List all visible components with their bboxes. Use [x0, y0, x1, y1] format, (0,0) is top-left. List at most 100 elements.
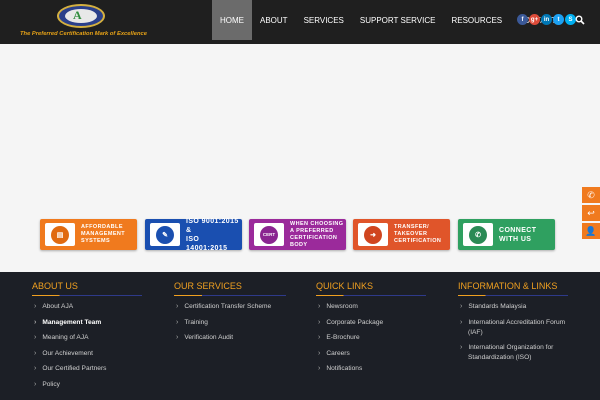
chevron-right-icon: › [34, 349, 37, 357]
page: A The Preferred Certification Mark of Ex… [0, 0, 600, 400]
site-footer: ABOUT US › About AJA › Management Team › Meani… [0, 272, 600, 400]
nav-services[interactable]: SERVICES [296, 0, 352, 40]
footer-column-title: ABOUT US [32, 281, 78, 291]
logo-tagline: The Preferred Certification Mark of Exce… [20, 31, 147, 37]
banner-2[interactable]: CERT When Choosing A Preferred Certificatio… [249, 219, 346, 250]
chevron-right-icon: › [176, 318, 179, 326]
banner-label: Affordable Management Systems [81, 224, 125, 245]
footer-link-label: E-Brochure [326, 334, 360, 341]
arrow-right-icon: ➜ [364, 225, 382, 244]
edit-icon: ✎ [156, 225, 174, 244]
chevron-right-icon: › [34, 303, 37, 310]
logo-emblem: A [57, 4, 105, 28]
footer-link-label: Our Certified Partners [42, 365, 107, 372]
footer-link[interactable]: › Notifications [318, 365, 362, 372]
footer-link-label: Policy [42, 380, 60, 388]
chevron-right-icon: › [318, 318, 321, 326]
footer-link[interactable]: › International Organization for [460, 344, 553, 351]
footer-link[interactable]: › Standards Malaysia [460, 303, 526, 310]
search-icon[interactable] [575, 15, 585, 25]
banner-icon-frame: CERT [254, 223, 284, 246]
user-icon[interactable]: 👤 [582, 223, 600, 239]
site-logo[interactable]: A The Preferred Certification Mark of Ex… [20, 4, 160, 40]
footer-link[interactable]: › Management Team [34, 319, 101, 326]
footer-divider [458, 295, 568, 296]
footer-link[interactable]: › Our Certified Partners [34, 365, 106, 372]
banner-3[interactable]: ➜ Transfer/Takeover Certification [353, 219, 450, 250]
footer-link[interactable]: › Verification Audit [176, 334, 233, 341]
footer-column-1: OUR SERVICES › Certification Transfer Sche… [174, 281, 286, 400]
banner-label-line: Certification Body [290, 234, 338, 248]
footer-link[interactable]: Standardization (ISO) [468, 354, 531, 361]
banner-label-line: Takeover [394, 231, 428, 237]
phone-icon[interactable]: ✆ [582, 187, 600, 203]
footer-link[interactable]: › Newsroom [318, 303, 358, 310]
footer-link-label: Standardization (ISO) [468, 354, 532, 361]
phone-icon: ✆ [469, 225, 487, 244]
footer-link[interactable]: › Certification Transfer Scheme [176, 303, 271, 310]
nav-about[interactable]: ABOUT [252, 0, 296, 40]
banner-label-line: Certification [394, 238, 442, 244]
banner-label-line: When Choosing [290, 220, 344, 227]
chevron-right-icon: › [176, 334, 179, 341]
footer-link[interactable]: › Training [176, 319, 208, 326]
nav-resources[interactable]: RESOURCES [443, 0, 510, 40]
footer-link[interactable]: › Our Achievement [34, 350, 93, 357]
banner-0[interactable]: ▤ Affordable Management Systems [40, 219, 137, 250]
banner-1[interactable]: ✎ ISO 9001:2015 & ISO 14001:2015 [145, 217, 242, 253]
facebook-icon[interactable]: f [517, 14, 528, 25]
footer-link-label: (IAF) [468, 329, 483, 336]
banner-label-line: ISO 14001:2015 [186, 235, 228, 252]
footer-link-label: Meaning of AJA [42, 334, 89, 341]
nav-home[interactable]: HOME [212, 0, 252, 40]
footer-link[interactable]: › International Accreditation Forum [460, 319, 565, 326]
chevron-right-icon: › [176, 303, 179, 310]
footer-link-label: International Accreditation Forum [468, 319, 566, 326]
footer-divider [32, 295, 142, 296]
cert-icon: CERT [260, 225, 278, 244]
nav-support-service[interactable]: SUPPORT SERVICE [352, 0, 444, 40]
banner-label: Transfer/Takeover Certification [394, 224, 441, 245]
google-plus-icon[interactable]: g+ [529, 14, 540, 25]
footer-link-label: Corporate Package [326, 318, 384, 326]
banner-icon-frame: ✎ [150, 223, 180, 246]
site-header: A The Preferred Certification Mark of Ex… [0, 0, 600, 44]
banner-label-line: Transfer/ [394, 224, 430, 230]
banner-icon-frame: ➜ [358, 223, 388, 246]
footer-link[interactable]: › E-Brochure [318, 334, 360, 341]
chevron-right-icon: › [460, 303, 463, 310]
banner-label: Connect With Us [499, 226, 536, 244]
reply-icon[interactable]: ↩ [582, 205, 600, 221]
footer-link[interactable]: › Policy [34, 381, 60, 388]
footer-link-label: Training [184, 318, 208, 326]
footer-link[interactable]: › Corporate Package [318, 319, 383, 326]
footer-link[interactable]: › About AJA [34, 303, 73, 310]
footer-link-label: Verification Audit [184, 334, 234, 341]
twitter-icon[interactable]: t [553, 14, 564, 25]
banner-4[interactable]: ✆ Connect With Us [458, 219, 555, 250]
chevron-right-icon: › [34, 318, 37, 326]
banner-label-line: A Preferred [290, 227, 334, 234]
banner-label-line: Affordable [81, 224, 123, 230]
chevron-right-icon: › [34, 380, 37, 388]
logo-mark: A [73, 8, 82, 22]
footer-column-title: OUR SERVICES [174, 281, 242, 291]
banner-label-line: Connect [499, 226, 537, 234]
footer-link[interactable]: › Careers [318, 350, 350, 357]
footer-link[interactable]: (IAF) [468, 329, 483, 336]
footer-link-label: About AJA [42, 303, 74, 310]
footer-column-2: QUICK LINKS › Newsroom › Corporate Package › E… [316, 281, 426, 400]
main-nav: HOME ABOUT SERVICES SUPPORT SERVICE RESO… [212, 0, 564, 40]
banner-label-line: ISO 9001:2015 & [186, 217, 239, 234]
footer-link-label: Careers [326, 349, 350, 357]
linkedin-icon[interactable]: in [541, 14, 552, 25]
chevron-right-icon: › [460, 344, 463, 351]
footer-link-label: Notifications [326, 365, 363, 372]
footer-link-label: Management Team [42, 318, 102, 326]
chevron-right-icon: › [318, 365, 321, 372]
banner-icon-frame: ✆ [463, 223, 493, 246]
footer-link-label: Our Achievement [42, 349, 93, 357]
footer-link-label: Standards Malaysia [468, 303, 527, 310]
banner-label: ISO 9001:2015 & ISO 14001:2015 [186, 217, 242, 253]
footer-link[interactable]: › Meaning of AJA [34, 334, 89, 341]
